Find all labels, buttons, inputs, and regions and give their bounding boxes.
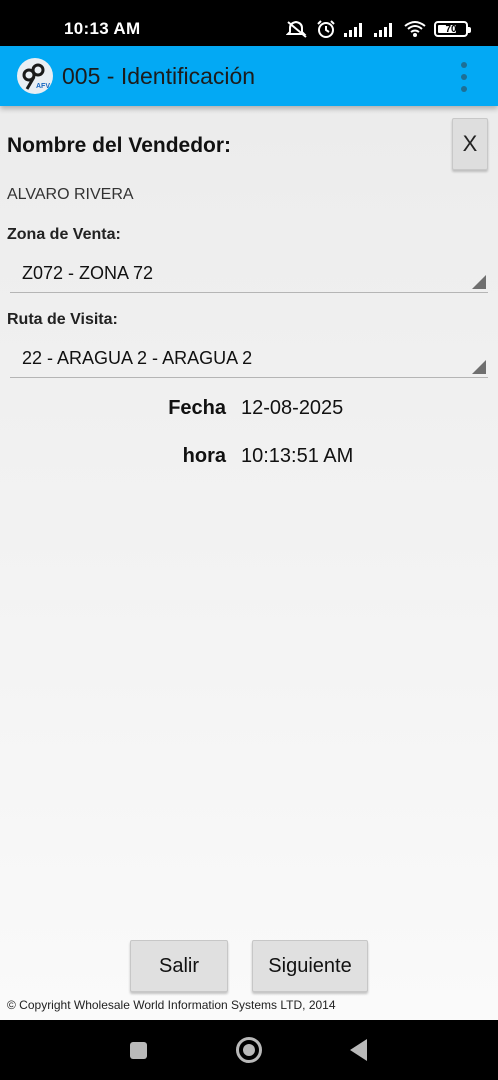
exit-button[interactable]: Salir [130,940,228,992]
status-time: 10:13 AM [64,19,141,38]
route-value: 22 - ARAGUA 2 - ARAGUA 2 [22,348,253,368]
time-value: 10:13:51 AM [241,445,354,467]
svg-text:AFV: AFV [36,83,50,90]
time-label: hora [182,445,226,467]
date-label: Fecha [168,397,226,419]
route-label: Ruta de Visita: [7,311,118,328]
battery-label: 70 [445,23,457,35]
zone-spinner[interactable]: Z072 - ZONA 72 [10,255,488,293]
close-button[interactable]: X [452,118,488,170]
copyright-text: © Copyright Wholesale World Information … [7,998,336,1012]
seller-heading: Nombre del Vendedor: [7,134,232,157]
wifi-icon [404,20,426,38]
signal-icon [344,21,366,37]
zone-label: Zona de Venta: [7,226,121,243]
navigation-bar [0,1020,498,1080]
route-spinner[interactable]: 22 - ARAGUA 2 - ARAGUA 2 [10,340,488,378]
status-icons: 70 [286,18,471,40]
recent-apps-icon[interactable] [130,1042,147,1059]
seller-name: ALVARO RIVERA [7,186,134,203]
overflow-menu-icon[interactable] [458,62,470,92]
zone-value: Z072 - ZONA 72 [22,263,154,283]
alarm-icon [316,19,336,39]
app-logo-icon: AFV [17,58,53,94]
back-icon[interactable] [350,1039,367,1061]
dropdown-arrow-icon [472,360,486,374]
signal-icon [374,21,396,37]
home-icon[interactable] [236,1037,262,1063]
identification-form: Nombre del Vendedor: X ALVARO RIVERA Zon… [0,106,498,1020]
next-button[interactable]: Siguiente [252,940,368,992]
app-bar: AFV 005 - Identificación [0,46,498,106]
screen: 10:13 AM 70 AFV 005 - Identificación Nom… [0,0,498,1080]
date-value: 12-08-2025 [241,397,344,419]
mute-icon [286,20,308,38]
status-bar: 10:13 AM 70 [0,0,498,46]
dropdown-arrow-icon [472,275,486,289]
app-title: 005 - Identificación [62,63,256,89]
battery-icon: 70 [434,21,471,37]
